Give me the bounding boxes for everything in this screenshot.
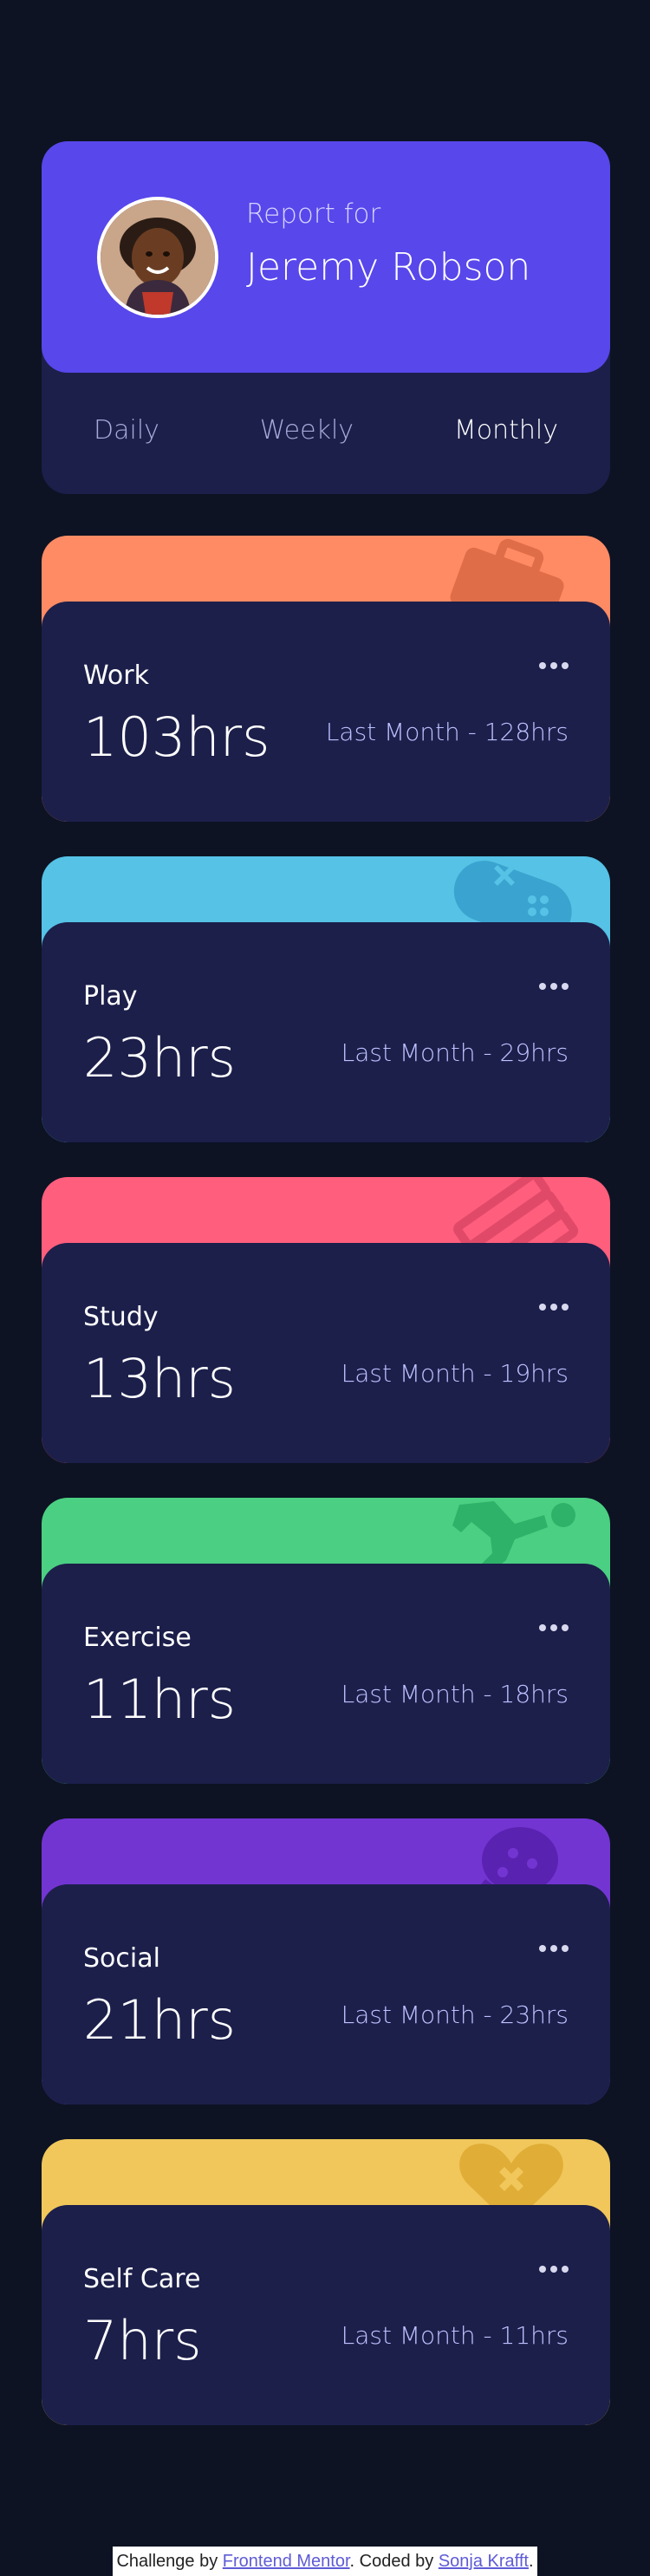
activity-title: Exercise — [83, 1623, 192, 1653]
tab-daily[interactable]: Daily — [94, 415, 159, 446]
more-options-icon[interactable] — [539, 1940, 569, 1957]
more-options-icon[interactable] — [539, 657, 569, 674]
activity-previous-hours: Last Month - 18hrs — [341, 1680, 569, 1708]
activity-current-hours: 7hrs — [83, 2309, 202, 2372]
activity-card-body: Exercise 11hrs Last Month - 18hrs — [42, 1564, 610, 1784]
activity-current-hours: 21hrs — [83, 1988, 236, 2052]
attribution-suffix: . — [528, 2552, 534, 2571]
activity-current-hours: 23hrs — [83, 1026, 236, 1090]
activity-title: Study — [83, 1302, 159, 1332]
activity-card-body: Play 23hrs Last Month - 29hrs — [42, 922, 610, 1142]
avatar — [97, 197, 218, 318]
activity-previous-hours: Last Month - 19hrs — [341, 1359, 569, 1388]
activity-previous-hours: Last Month - 11hrs — [341, 2321, 569, 2350]
activity-current-hours: 103hrs — [83, 706, 270, 769]
activity-title: Self Care — [83, 2264, 201, 2294]
activity-card-self-care: Self Care 7hrs Last Month - 11hrs — [42, 2139, 610, 2425]
report-for-label: Report for — [246, 198, 381, 230]
more-options-icon[interactable] — [539, 978, 569, 995]
attribution-middle: . Coded by — [349, 2552, 439, 2571]
more-options-icon[interactable] — [539, 1298, 569, 1316]
user-name: Jeremy Robson — [246, 245, 531, 289]
attribution-prefix: Challenge by — [116, 2552, 223, 2571]
activity-title: Play — [83, 981, 138, 1012]
author-link[interactable]: Sonja Krafft — [439, 2552, 529, 2571]
tab-monthly[interactable]: Monthly — [454, 415, 558, 446]
attribution-footer: Challenge by Frontend Mentor. Coded by S… — [0, 2547, 650, 2576]
tab-weekly[interactable]: Weekly — [260, 415, 354, 446]
more-options-icon[interactable] — [539, 1619, 569, 1636]
activity-card-body: Study 13hrs Last Month - 19hrs — [42, 1243, 610, 1463]
activity-current-hours: 13hrs — [83, 1347, 236, 1410]
activity-card-work: Work 103hrs Last Month - 128hrs — [42, 536, 610, 822]
activity-title: Work — [83, 660, 149, 691]
activity-card-body: Self Care 7hrs Last Month - 11hrs — [42, 2205, 610, 2425]
activity-card-body: Social 21hrs Last Month - 23hrs — [42, 1884, 610, 2104]
activity-current-hours: 11hrs — [83, 1668, 236, 1731]
profile-card-wrapper: Report for Jeremy Robson Daily Weekly Mo… — [42, 141, 610, 494]
activity-card-study: Study 13hrs Last Month - 19hrs — [42, 1177, 610, 1463]
activity-title: Social — [83, 1943, 160, 1974]
activity-card-body: Work 103hrs Last Month - 128hrs — [42, 602, 610, 822]
user-avatar-icon — [101, 200, 215, 315]
profile-card: Report for Jeremy Robson Daily Weekly Mo… — [42, 141, 610, 494]
attribution-text: Challenge by Frontend Mentor. Coded by S… — [113, 2547, 537, 2576]
activity-card-play: Play 23hrs Last Month - 29hrs — [42, 856, 610, 1142]
frontend-mentor-link[interactable]: Frontend Mentor — [223, 2552, 350, 2571]
activity-cards: Work 103hrs Last Month - 128hrs Play 23h… — [42, 536, 610, 2425]
period-tabs: Daily Weekly Monthly — [42, 415, 610, 446]
activity-previous-hours: Last Month - 128hrs — [325, 718, 569, 746]
profile-header: Report for Jeremy Robson — [42, 141, 610, 373]
activity-previous-hours: Last Month - 23hrs — [341, 2000, 569, 2029]
activity-previous-hours: Last Month - 29hrs — [341, 1038, 569, 1067]
activity-card-exercise: Exercise 11hrs Last Month - 18hrs — [42, 1498, 610, 1784]
more-options-icon[interactable] — [539, 2261, 569, 2278]
activity-card-social: Social 21hrs Last Month - 23hrs — [42, 1818, 610, 2104]
